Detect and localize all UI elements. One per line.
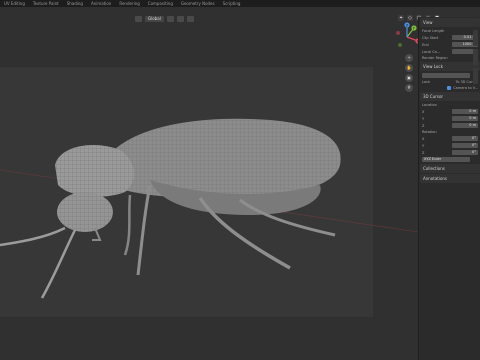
clip-start-label: Clip Start [422, 35, 439, 40]
rotation-y-field[interactable]: 0° [452, 143, 478, 148]
focal-length-label: Focal Length [422, 29, 445, 33]
location-z-field[interactable]: 0 m [452, 123, 478, 128]
local-camera-label: Local Ca... [422, 49, 441, 54]
z-label: Z [422, 123, 425, 128]
sidebar-n-panel: View Focal Length Clip Start 0.01 m End … [418, 17, 480, 360]
camera-view-icon[interactable]: ▣ [405, 74, 413, 82]
clip-start-row: Clip Start 0.01 m [419, 34, 480, 41]
rotation-z-field[interactable]: 0° [452, 150, 478, 155]
viewport-nav-tools: + ✋ ▣ # [405, 54, 413, 92]
camera-to-view-checkbox[interactable]: Camera to V... [447, 86, 478, 90]
annotations-section-header[interactable]: Annotations [420, 174, 480, 183]
antenna-left [0, 226, 66, 247]
location-x-field[interactable]: 0 m [452, 109, 478, 114]
rotation-label: Rotation [422, 130, 437, 134]
rotation-y-row: Y 0° [419, 142, 480, 149]
lock-object-row [419, 72, 480, 79]
rotation-x-row: X 0° [419, 135, 480, 142]
local-camera-row: Local Ca... [419, 48, 480, 55]
rot-z-label: Z [422, 150, 425, 155]
tab-item[interactable] [473, 30, 478, 46]
location-z-row: Z 0 m [419, 122, 480, 129]
x-label: X [422, 109, 425, 114]
antenna-right [40, 229, 77, 299]
view-section-header[interactable]: View [420, 18, 480, 27]
location-y-field[interactable]: 0 m [452, 116, 478, 121]
collections-section-header[interactable]: Collections [420, 164, 480, 173]
cockroach-wireframe-model[interactable] [0, 0, 418, 360]
rot-x-label: X [422, 136, 425, 141]
location-y-row: Y 0 m [419, 115, 480, 122]
tab-view[interactable] [473, 68, 478, 84]
hand-pan-icon[interactable]: ✋ [405, 64, 413, 72]
rotation-z-row: Z 0° [419, 149, 480, 156]
location-x-row: X 0 m [419, 108, 480, 115]
rotation-mode-dropdown[interactable]: XYZ Euler [422, 157, 470, 162]
tab-tool[interactable] [473, 49, 478, 65]
camera-to-view-label: Camera to V... [453, 86, 478, 90]
rotation-mode-row: XYZ Euler [419, 156, 480, 163]
rotation-x-field[interactable]: 0° [452, 136, 478, 141]
clip-end-label: End [422, 42, 429, 47]
head-mesh [57, 192, 113, 232]
leg-front-2 [123, 194, 132, 256]
view-lock-section-header[interactable]: View Lock [420, 62, 480, 71]
checkbox-checked-icon [447, 86, 452, 90]
render-region-row: Render Region [419, 55, 480, 61]
grid-perspective-icon[interactable]: # [405, 84, 413, 92]
clip-end-row: End 1000 m [419, 41, 480, 48]
y-label: Y [422, 116, 425, 121]
lock-object-field[interactable] [422, 73, 470, 78]
lock-label: Lock [422, 80, 430, 84]
wing-shell-mesh [105, 118, 341, 199]
leg-front [136, 184, 152, 276]
camera-to-view-row: Camera to V... [419, 85, 480, 91]
rot-y-label: Y [422, 143, 425, 148]
3d-cursor-section-header[interactable]: 3D Cursor [420, 92, 480, 101]
zoom-icon[interactable]: + [405, 54, 413, 62]
pronotum-mesh [55, 145, 135, 197]
render-region-label[interactable]: Render Region [422, 56, 448, 60]
sidebar-tabs [473, 30, 480, 84]
location-label: Location [422, 103, 437, 107]
